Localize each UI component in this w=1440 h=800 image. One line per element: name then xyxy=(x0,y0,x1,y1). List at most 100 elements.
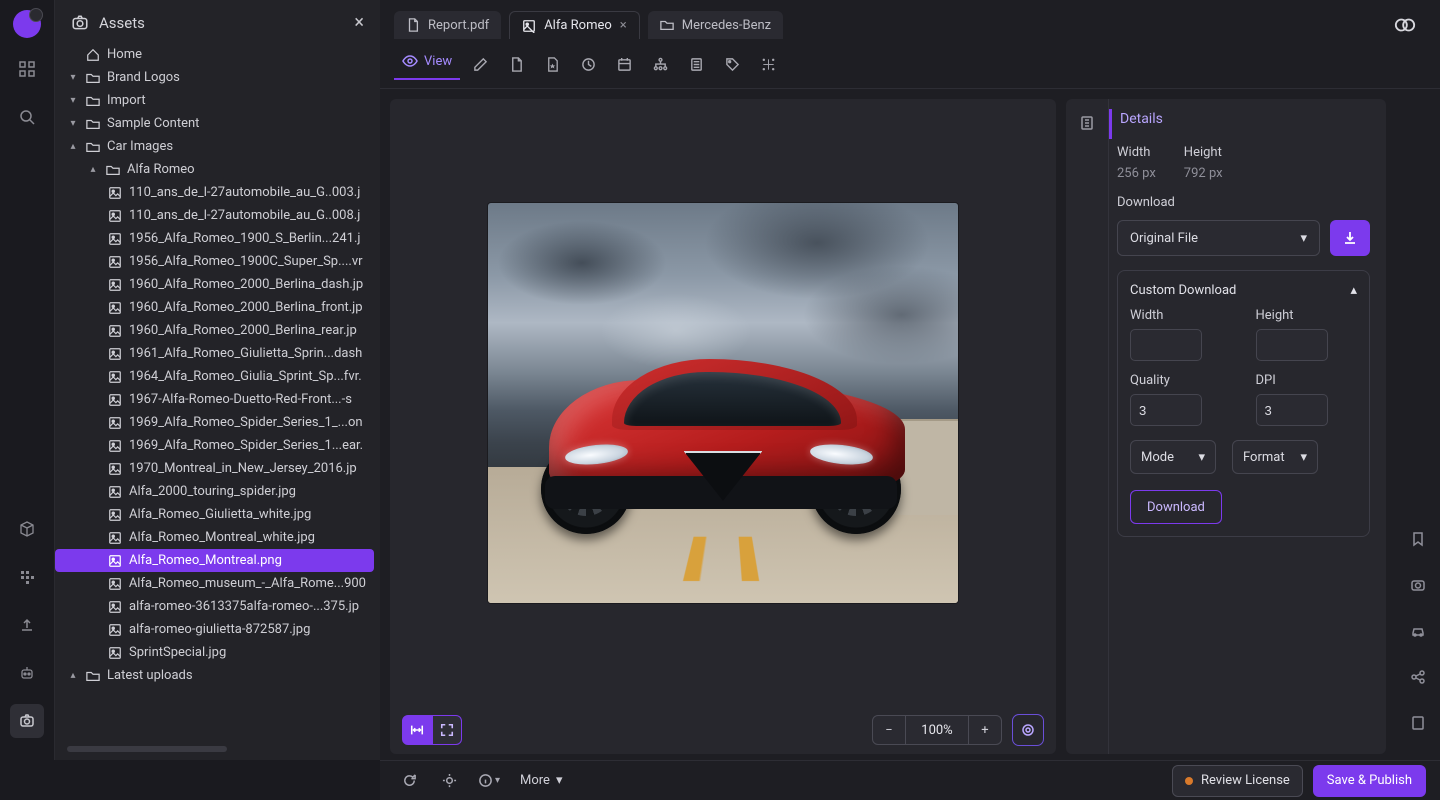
tree-file[interactable]: 1969_Alfa_Romeo_Spider_Series_1...ear. xyxy=(55,434,374,457)
robot-icon[interactable] xyxy=(10,656,44,690)
tree-file[interactable]: 1964_Alfa_Romeo_Giulia_Sprint_Sp...fvr. xyxy=(55,365,374,388)
tree-label: 1969_Alfa_Romeo_Spider_Series_1...ear. xyxy=(129,438,363,453)
tree-file[interactable]: 1960_Alfa_Romeo_2000_Berlina_dash.jp xyxy=(55,273,374,296)
width-value: 256 px xyxy=(1117,166,1156,181)
tree-file[interactable]: 1969_Alfa_Romeo_Spider_Series_1_...on xyxy=(55,411,374,434)
format-select[interactable]: Format ▾ xyxy=(1232,440,1318,474)
share-icon[interactable] xyxy=(1403,662,1433,692)
tree-file[interactable]: 1956_Alfa_Romeo_1900C_Super_Sp....vr xyxy=(55,250,374,273)
close-icon[interactable]: × xyxy=(354,12,364,33)
tree-file[interactable]: Alfa_2000_touring_spider.jpg xyxy=(55,480,374,503)
apps-icon[interactable] xyxy=(10,52,44,86)
asset-tree[interactable]: Home ▾ Brand Logos ▾ Import ▾ Sample Con… xyxy=(55,43,380,742)
camera-icon[interactable] xyxy=(1403,570,1433,600)
tree-folder-car-images[interactable]: ▴ Car Images xyxy=(55,135,374,158)
tree-file[interactable]: 110_ans_de_l-27automobile_au_G..008.j xyxy=(55,204,374,227)
hierarchy-icon[interactable] xyxy=(644,48,676,80)
review-license-button[interactable]: Review License xyxy=(1172,765,1303,797)
tree-file[interactable]: 1961_Alfa_Romeo_Giulietta_Sprin...dash xyxy=(55,342,374,365)
expand-button[interactable] xyxy=(432,715,462,745)
more-menu[interactable]: More ▾ xyxy=(514,773,568,788)
bounds-icon[interactable] xyxy=(752,48,784,80)
tree-file[interactable]: Alfa_Romeo_Montreal.png xyxy=(55,549,374,572)
tree-label: Brand Logos xyxy=(107,70,180,85)
zoom-controls: − 100% + xyxy=(872,715,1002,745)
tree-file[interactable]: 1967-Alfa-Romeo-Duetto-Red-Front...-s xyxy=(55,388,374,411)
custom-download-button[interactable]: Download xyxy=(1130,490,1222,524)
zoom-out-button[interactable]: − xyxy=(872,715,906,745)
image-icon xyxy=(107,485,123,499)
grid-plus-icon[interactable] xyxy=(10,560,44,594)
page-star-icon[interactable] xyxy=(536,48,568,80)
image-icon xyxy=(107,278,123,292)
height-label: Height xyxy=(1184,145,1223,160)
zoom-in-button[interactable]: + xyxy=(968,715,1002,745)
tag-icon[interactable] xyxy=(716,48,748,80)
download-preset-select[interactable]: Original File ▾ xyxy=(1117,220,1320,256)
tree-home[interactable]: Home xyxy=(55,43,374,66)
save-publish-button[interactable]: Save & Publish xyxy=(1313,765,1426,797)
search-icon[interactable] xyxy=(10,100,44,134)
tree-folder-brand-logos[interactable]: ▾ Brand Logos xyxy=(55,66,374,89)
tree-file[interactable]: alfa-romeo-giulietta-872587.jpg xyxy=(55,618,374,641)
cube-icon[interactable] xyxy=(10,512,44,546)
dpi-input[interactable] xyxy=(1256,394,1328,426)
left-rail xyxy=(0,0,55,760)
tree-file[interactable]: 1970_Montreal_in_New_Jersey_2016.jp xyxy=(55,457,374,480)
fit-controls xyxy=(402,715,462,745)
canvas-stage[interactable] xyxy=(390,99,1056,706)
target-icon[interactable] xyxy=(1012,714,1044,746)
quality-input[interactable] xyxy=(1130,394,1202,426)
list-icon[interactable] xyxy=(680,48,712,80)
tree-file[interactable]: Alfa_Romeo_museum_-_Alfa_Rome...900 xyxy=(55,572,374,595)
tree-file[interactable]: 1960_Alfa_Romeo_2000_Berlina_rear.jp xyxy=(55,319,374,342)
tree-folder-alfa-romeo[interactable]: ▴ Alfa Romeo xyxy=(55,158,374,181)
tree-label: Import xyxy=(107,93,146,108)
camera-icon[interactable] xyxy=(10,704,44,738)
tree-file[interactable]: 1956_Alfa_Romeo_1900_S_Berlin...241.j xyxy=(55,227,374,250)
locate-icon[interactable] xyxy=(434,766,464,796)
close-icon[interactable]: × xyxy=(620,18,627,33)
tree-file[interactable]: SprintSpecial.jpg xyxy=(55,641,374,664)
tree-folder-import[interactable]: ▾ Import xyxy=(55,89,374,112)
custom-download-toggle[interactable]: Custom Download ▴ xyxy=(1130,283,1357,298)
tab[interactable]: Alfa Romeo× xyxy=(509,11,640,39)
chevron-down-icon: ▾ xyxy=(556,773,563,788)
tree-file[interactable]: 110_ans_de_l-27automobile_au_G..003.j xyxy=(55,181,374,204)
car-icon[interactable] xyxy=(1403,616,1433,646)
custom-width-label: Width xyxy=(1130,308,1232,323)
footer-bar: ▾ More ▾ Review License Save & Publish xyxy=(380,760,1440,800)
tree-file[interactable]: Alfa_Romeo_Montreal_white.jpg xyxy=(55,526,374,549)
tab[interactable]: Mercedes-Benz xyxy=(648,11,783,39)
tree-folder-sample-content[interactable]: ▾ Sample Content xyxy=(55,112,374,135)
view-button[interactable]: View xyxy=(394,48,460,80)
tree-file[interactable]: alfa-romeo-3613375alfa-romeo-...375.jp xyxy=(55,595,374,618)
custom-width-input[interactable] xyxy=(1130,329,1202,361)
home-icon xyxy=(85,48,101,62)
refresh-icon[interactable] xyxy=(394,766,424,796)
mode-select[interactable]: Mode ▾ xyxy=(1130,440,1216,474)
tree-folder-latest-uploads[interactable]: ▴ Latest uploads xyxy=(55,664,374,687)
horizontal-scrollbar[interactable] xyxy=(67,746,227,752)
fit-width-button[interactable] xyxy=(402,715,432,745)
tree-label: 110_ans_de_l-27automobile_au_G..008.j xyxy=(129,208,360,223)
info-icon[interactable]: ▾ xyxy=(474,766,504,796)
avatar[interactable] xyxy=(13,10,41,38)
tree-file[interactable]: Alfa_Romeo_Giulietta_white.jpg xyxy=(55,503,374,526)
bookmark-icon[interactable] xyxy=(1403,524,1433,554)
history-icon[interactable] xyxy=(572,48,604,80)
document-icon[interactable] xyxy=(1403,708,1433,738)
image-icon xyxy=(107,508,123,522)
custom-height-input[interactable] xyxy=(1256,329,1328,361)
image-icon xyxy=(107,600,123,614)
download-icon-button[interactable] xyxy=(1330,220,1370,256)
tree-file[interactable]: 1960_Alfa_Romeo_2000_Berlina_front.jp xyxy=(55,296,374,319)
edit-pencil-icon[interactable] xyxy=(464,48,496,80)
upload-icon[interactable] xyxy=(10,608,44,642)
canvas-area: − 100% + xyxy=(390,99,1056,754)
tab[interactable]: Report.pdf xyxy=(394,11,501,39)
details-tab-icon[interactable] xyxy=(1073,109,1101,137)
page-icon[interactable] xyxy=(500,48,532,80)
calendar-icon[interactable] xyxy=(608,48,640,80)
image-icon xyxy=(107,646,123,660)
